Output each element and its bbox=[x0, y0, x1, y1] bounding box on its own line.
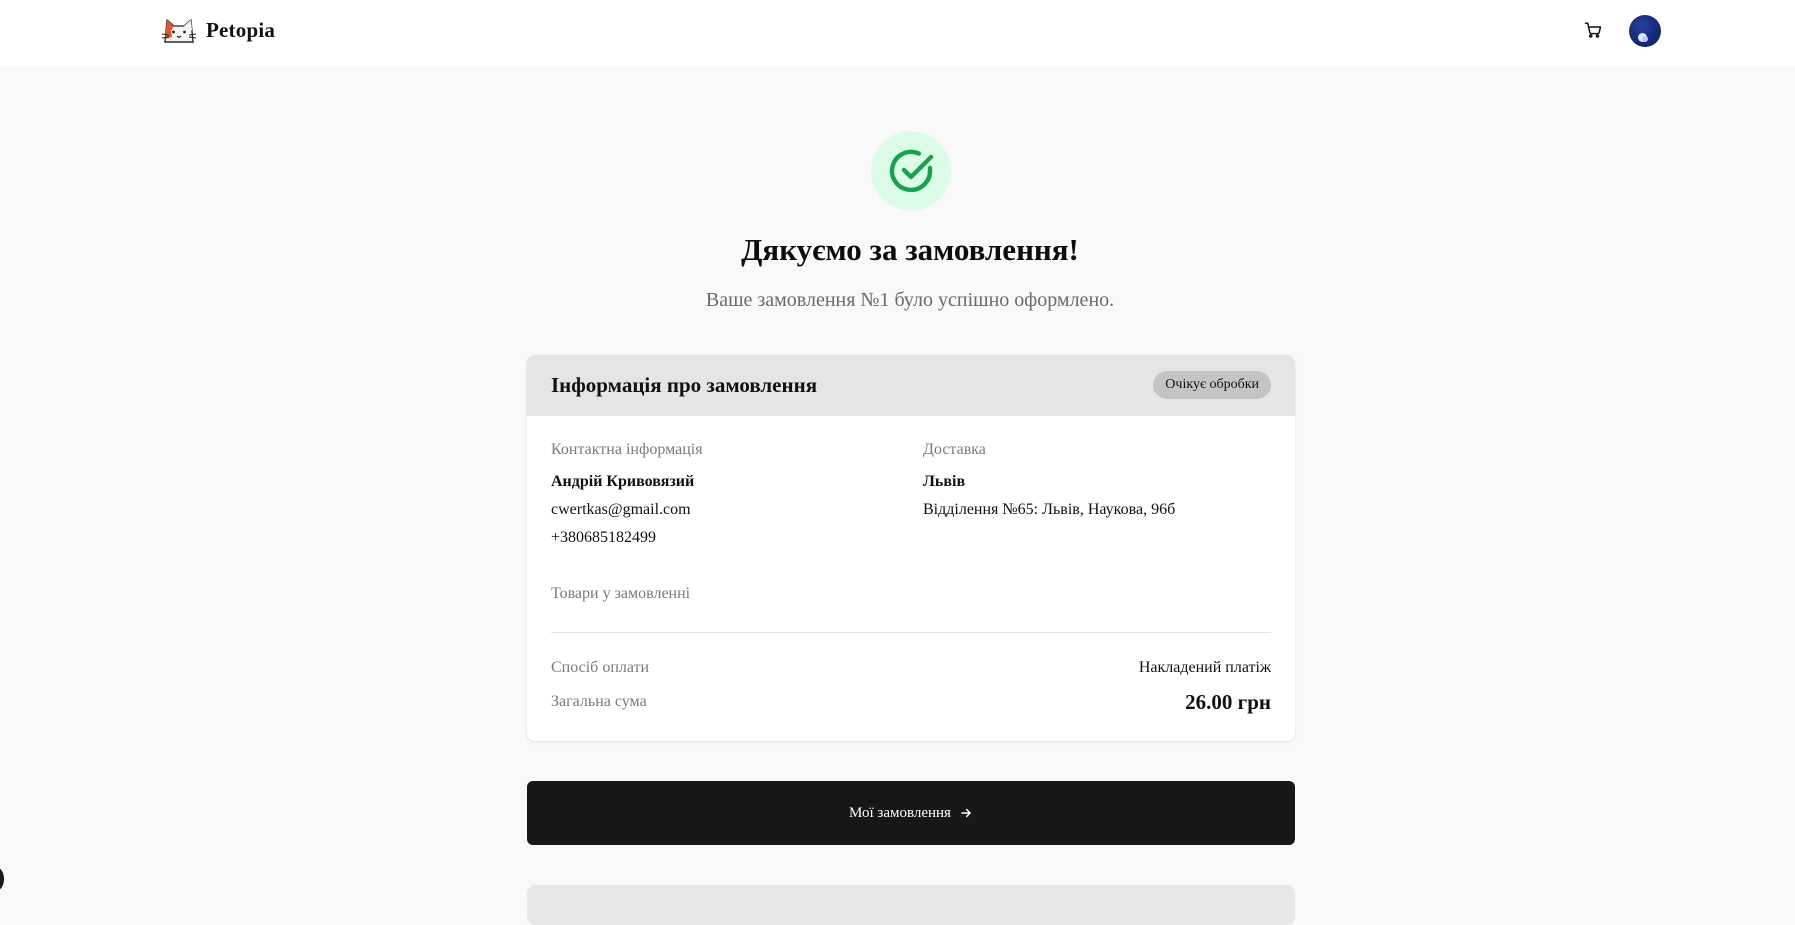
order-info-title: Інформація про замовлення bbox=[551, 373, 818, 397]
payment-method-value: Накладений платіж bbox=[1138, 659, 1271, 676]
top-navbar: Petopia bbox=[0, 0, 1795, 67]
total-value: 26.00 грн bbox=[1185, 690, 1271, 714]
contact-name: Андрій Кривовязий bbox=[551, 473, 695, 490]
contact-phone: +380685182499 bbox=[551, 529, 657, 546]
next-section-card bbox=[527, 885, 1295, 925]
user-avatar[interactable] bbox=[1629, 15, 1661, 47]
arrow-right-icon bbox=[959, 806, 973, 820]
check-circle-icon bbox=[889, 149, 934, 193]
brand-name: Petopia bbox=[206, 17, 276, 42]
brand-home-link[interactable]: Petopia bbox=[160, 15, 275, 45]
floating-widget-button[interactable] bbox=[0, 867, 4, 891]
payment-method-label: Спосіб оплати bbox=[551, 659, 650, 676]
order-items-label: Товари у замовленні bbox=[551, 585, 691, 602]
cat-logo-icon bbox=[161, 19, 197, 43]
status-badge: Очікує обробки bbox=[1153, 371, 1271, 399]
success-badge bbox=[871, 131, 951, 211]
cart-button[interactable] bbox=[1582, 19, 1604, 41]
order-info-card-header: Інформація про замовлення Очікує обробки bbox=[527, 355, 1295, 416]
delivery-branch: Відділення №65: Львів, Наукова, 96б bbox=[923, 501, 1176, 518]
avatar-image-detail bbox=[1642, 36, 1648, 42]
contact-email: cwertkas@gmail.com bbox=[551, 501, 691, 518]
divider bbox=[551, 632, 1271, 633]
my-orders-label: Мої замовлення bbox=[849, 804, 951, 821]
order-info-card: Інформація про замовлення Очікує обробки… bbox=[527, 355, 1295, 741]
delivery-city: Львів bbox=[923, 473, 966, 490]
page-title: Дякуємо за замовлення! bbox=[741, 232, 1079, 267]
contact-info-label: Контактна інформація bbox=[551, 441, 703, 458]
my-orders-button[interactable]: Мої замовлення bbox=[527, 781, 1295, 845]
cart-icon bbox=[1584, 22, 1602, 38]
total-label: Загальна сума bbox=[551, 693, 647, 710]
delivery-label: Доставка bbox=[923, 441, 986, 458]
page-subtitle: Ваше замовлення №1 було успішно оформлен… bbox=[705, 289, 1115, 311]
